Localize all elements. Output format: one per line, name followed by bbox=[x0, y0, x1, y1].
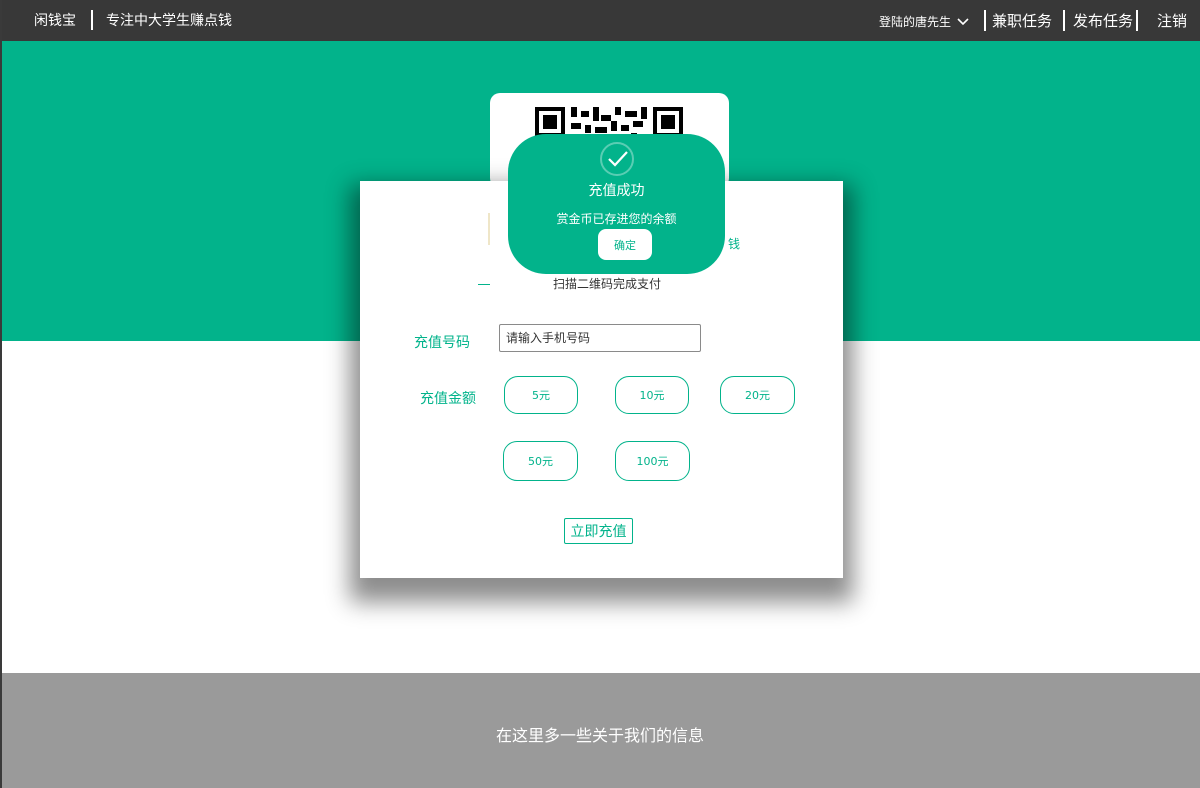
recharge-success-popup: 充值成功 赏金币已存进您的余额 确定 bbox=[508, 134, 725, 274]
amount-option-100[interactable]: 100元 bbox=[615, 441, 690, 481]
chevron-down-icon bbox=[957, 17, 969, 25]
amount-option-50[interactable]: 50元 bbox=[503, 441, 578, 481]
amount-label: 充值金额 bbox=[420, 391, 476, 407]
nav-divider bbox=[91, 10, 93, 30]
brand-logo-text[interactable]: 闲钱宝 bbox=[34, 10, 76, 30]
amount-option-5[interactable]: 5元 bbox=[504, 376, 578, 414]
user-menu-label: 登陆的唐先生 bbox=[879, 15, 952, 29]
window-left-border bbox=[0, 0, 2, 788]
top-nav-bar: 闲钱宝 专注中大学生赚点钱 登陆的唐先生 兼职任务 发布任务 注销 bbox=[0, 0, 1200, 41]
brand-slogan: 专注中大学生赚点钱 bbox=[106, 13, 232, 29]
confirm-button[interactable]: 确定 bbox=[598, 229, 652, 260]
nav-divider bbox=[984, 10, 986, 31]
nav-logout[interactable]: 注销 bbox=[1157, 10, 1187, 31]
footer-info-text: 在这里多一些关于我们的信息 bbox=[495, 726, 704, 745]
phone-number-input[interactable] bbox=[499, 324, 701, 352]
tab-underline bbox=[478, 284, 490, 285]
scan-qr-hint: 扫描二维码完成支付 bbox=[553, 277, 662, 291]
tab-indicator-left bbox=[488, 213, 490, 245]
nav-part-time-tasks[interactable]: 兼职任务 bbox=[992, 10, 1052, 31]
success-check-circle bbox=[600, 142, 634, 176]
recharge-now-button[interactable]: 立即充值 bbox=[564, 518, 633, 544]
checkmark-icon bbox=[608, 151, 628, 167]
amount-option-10[interactable]: 10元 bbox=[615, 376, 689, 414]
popup-message: 赏金币已存进您的余额 bbox=[556, 212, 677, 226]
user-menu-dropdown[interactable]: 登陆的唐先生 bbox=[879, 13, 969, 30]
nav-publish-task[interactable]: 发布任务 bbox=[1073, 10, 1133, 31]
amount-option-20[interactable]: 20元 bbox=[720, 376, 795, 414]
popup-title: 充值成功 bbox=[588, 183, 645, 199]
nav-divider bbox=[1136, 10, 1138, 31]
nav-divider bbox=[1063, 10, 1065, 31]
tab-label-partial[interactable]: 钱 bbox=[728, 235, 740, 252]
phone-number-label: 充值号码 bbox=[414, 335, 470, 351]
